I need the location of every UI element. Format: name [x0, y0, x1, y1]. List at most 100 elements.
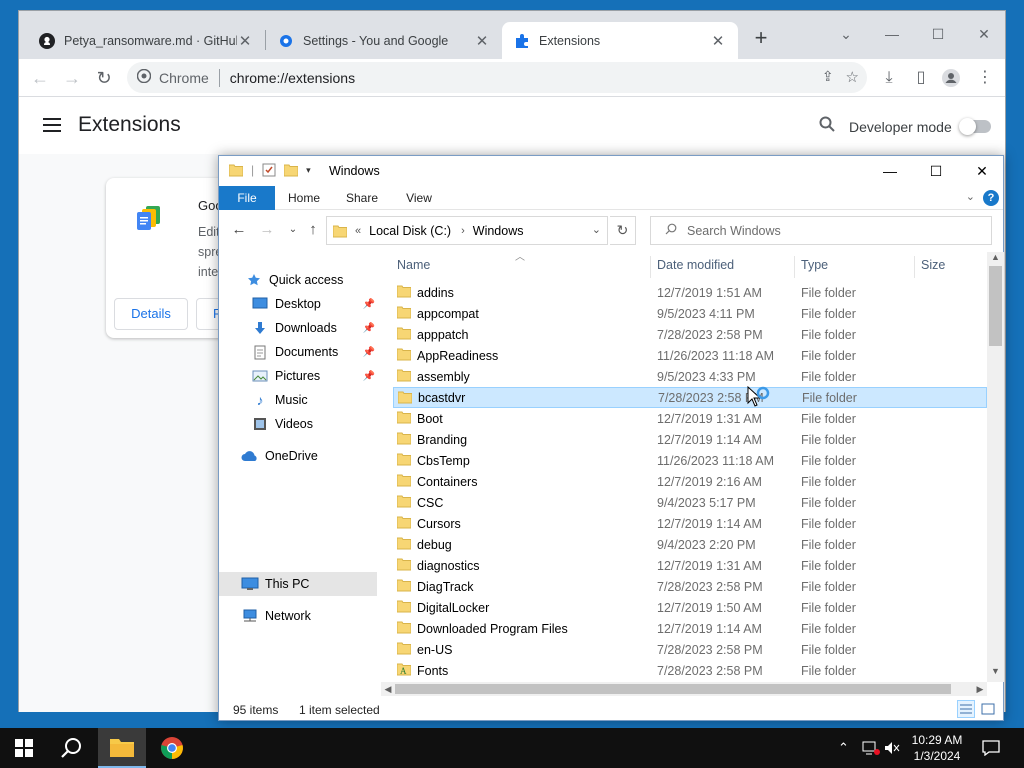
action-center-icon[interactable]: [982, 728, 1000, 768]
table-row[interactable]: Downloaded Program Files 12/7/2019 1:14 A…: [393, 618, 987, 639]
nav-item-onedrive[interactable]: OneDrive: [219, 444, 377, 468]
ribbon-tab-share[interactable]: Share: [339, 186, 385, 210]
file-explorer-icon[interactable]: [98, 728, 146, 768]
table-row[interactable]: CSC 9/4/2023 5:17 PM File folder: [393, 492, 987, 513]
table-row[interactable]: Containers 12/7/2019 2:16 AM File folder: [393, 471, 987, 492]
volume-muted-icon[interactable]: [884, 728, 900, 768]
column-header-name[interactable]: Name: [397, 252, 647, 278]
table-row[interactable]: DiagTrack 7/28/2023 2:58 PM File folder: [393, 576, 987, 597]
nav-item-desktop[interactable]: Desktop 📌: [219, 292, 377, 316]
ribbon-tab-file[interactable]: File: [219, 186, 275, 210]
close-window-button[interactable]: ✕: [961, 19, 1007, 49]
expand-ribbon-chevron-icon[interactable]: ⌄: [966, 190, 975, 203]
column-header-type[interactable]: Type: [801, 252, 913, 278]
table-row[interactable]: diagnostics 12/7/2019 1:31 AM File folder: [393, 555, 987, 576]
table-row[interactable]: DigitalLocker 12/7/2019 1:50 AM File folde…: [393, 597, 987, 618]
tab-settings[interactable]: Settings - You and Google ✕: [266, 22, 502, 59]
start-icon[interactable]: [0, 728, 48, 768]
close-window-button[interactable]: ✕: [959, 156, 1005, 186]
tab-extensions[interactable]: Extensions ✕: [502, 22, 738, 59]
details-button[interactable]: Details: [114, 298, 188, 330]
maximize-button[interactable]: ☐: [915, 19, 961, 49]
refresh-icon[interactable]: ↻: [610, 216, 636, 245]
back-arrow-icon[interactable]: ←: [229, 220, 249, 240]
scrollbar-thumb[interactable]: [989, 266, 1002, 346]
details-view-icon[interactable]: [957, 700, 975, 718]
bookmark-star-icon[interactable]: ☆: [846, 68, 859, 86]
nav-item-pictures[interactable]: Pictures 📌: [219, 364, 377, 388]
developer-mode-toggle[interactable]: [959, 118, 991, 135]
column-header-size[interactable]: Size: [921, 252, 971, 278]
large-icons-view-icon[interactable]: [979, 700, 997, 718]
table-row[interactable]: CbsTemp 11/26/2023 11:18 AM File folder: [393, 450, 987, 471]
recent-locations-chevron-icon[interactable]: ⌄: [283, 220, 303, 240]
breadcrumb-overflow[interactable]: «: [355, 225, 361, 237]
close-icon[interactable]: ✕: [474, 32, 490, 50]
column-divider[interactable]: [650, 256, 651, 278]
close-icon[interactable]: ✕: [710, 32, 726, 50]
address-bar[interactable]: « Local Disk (C:) › Windows ⌄: [326, 216, 608, 245]
search-icon[interactable]: [819, 116, 835, 137]
nav-item-music[interactable]: ♪ Music: [219, 388, 377, 412]
profile-avatar-icon[interactable]: [941, 68, 961, 88]
customize-qat-dropdown-icon[interactable]: ▾: [306, 165, 311, 176]
address-dropdown-icon[interactable]: ⌄: [592, 223, 601, 236]
table-row[interactable]: appcompat 9/5/2023 4:11 PM File folder: [393, 303, 987, 324]
table-row[interactable]: Branding 12/7/2019 1:14 AM File folder: [393, 429, 987, 450]
table-row[interactable]: apppatch 7/28/2023 2:58 PM File folder: [393, 324, 987, 345]
breadcrumb-local-disk[interactable]: Local Disk (C:): [369, 224, 451, 238]
scroll-up-arrow-icon[interactable]: ▲: [987, 252, 1004, 262]
ribbon-tab-home[interactable]: Home: [281, 186, 327, 210]
nav-item-quick-access[interactable]: Quick access: [219, 268, 377, 292]
table-row[interactable]: Cursors 12/7/2019 1:14 AM File folder: [393, 513, 987, 534]
nav-item-documents[interactable]: Documents 📌: [219, 340, 377, 364]
table-row[interactable]: AppReadiness 11/26/2023 11:18 AM File fold…: [393, 345, 987, 366]
reload-icon[interactable]: ↻: [91, 65, 117, 91]
up-arrow-icon[interactable]: ↑: [303, 220, 323, 240]
maximize-button[interactable]: ☐: [913, 156, 959, 186]
table-row[interactable]: A Fonts 7/28/2023 2:58 PM File folder: [393, 660, 987, 678]
scrollbar-thumb[interactable]: [395, 684, 951, 694]
table-row[interactable]: en-US 7/28/2023 2:58 PM File folder: [393, 639, 987, 660]
forward-arrow-icon[interactable]: →: [257, 220, 277, 240]
show-hidden-icons-chevron-icon[interactable]: ⌃: [838, 728, 849, 768]
vertical-scrollbar[interactable]: ▲ ▼: [987, 252, 1004, 682]
minimize-button[interactable]: —: [867, 156, 913, 186]
omnibox[interactable]: Chrome chrome://extensions ⇪ ☆: [127, 62, 867, 93]
breadcrumb-separator-icon[interactable]: ›: [461, 225, 465, 237]
table-row[interactable]: Boot 12/7/2019 1:31 AM File folder: [393, 408, 987, 429]
hamburger-menu-icon[interactable]: [43, 118, 61, 132]
network-status-icon[interactable]: [862, 728, 880, 768]
properties-icon[interactable]: [262, 163, 276, 177]
column-divider[interactable]: [794, 256, 795, 278]
minimize-button[interactable]: —: [869, 19, 915, 49]
nav-item-downloads[interactable]: Downloads 📌: [219, 316, 377, 340]
tab-github[interactable]: Petya_ransomware.md · GitHub ✕: [27, 22, 265, 59]
scroll-left-arrow-icon[interactable]: ◀: [381, 682, 395, 696]
kebab-menu-icon[interactable]: ⋮: [975, 68, 995, 88]
table-row[interactable]: bcastdvr 7/28/2023 2:58 PM File folder: [393, 387, 987, 408]
tab-search-icon[interactable]: ⌄: [823, 19, 869, 49]
help-icon[interactable]: ?: [983, 190, 999, 206]
chrome-icon[interactable]: [148, 728, 196, 768]
side-panel-icon[interactable]: ▯: [911, 68, 931, 88]
nav-item-videos[interactable]: Videos: [219, 412, 377, 436]
share-icon[interactable]: ⇪: [822, 68, 834, 86]
new-tab-button[interactable]: +: [747, 25, 775, 53]
nav-item-network[interactable]: Network: [219, 604, 377, 628]
table-row[interactable]: assembly 9/5/2023 4:33 PM File folder: [393, 366, 987, 387]
downloads-icon[interactable]: ⤓: [879, 68, 899, 88]
forward-arrow-icon[interactable]: →: [59, 65, 85, 91]
table-row[interactable]: addins 12/7/2019 1:51 AM File folder: [393, 282, 987, 303]
breadcrumb-windows[interactable]: Windows: [473, 224, 524, 238]
column-header-date-modified[interactable]: Date modified: [657, 252, 793, 278]
table-row[interactable]: debug 9/4/2023 2:20 PM File folder: [393, 534, 987, 555]
ribbon-tab-view[interactable]: View: [397, 186, 441, 210]
nav-item-this-pc[interactable]: This PC: [219, 572, 377, 596]
new-folder-icon[interactable]: [284, 163, 299, 177]
system-clock[interactable]: 10:29 AM 1/3/2024: [900, 732, 974, 764]
scroll-right-arrow-icon[interactable]: ▶: [973, 682, 987, 696]
column-divider[interactable]: [914, 256, 915, 278]
search-input[interactable]: Search Windows: [650, 216, 992, 245]
search-icon[interactable]: [48, 728, 96, 768]
